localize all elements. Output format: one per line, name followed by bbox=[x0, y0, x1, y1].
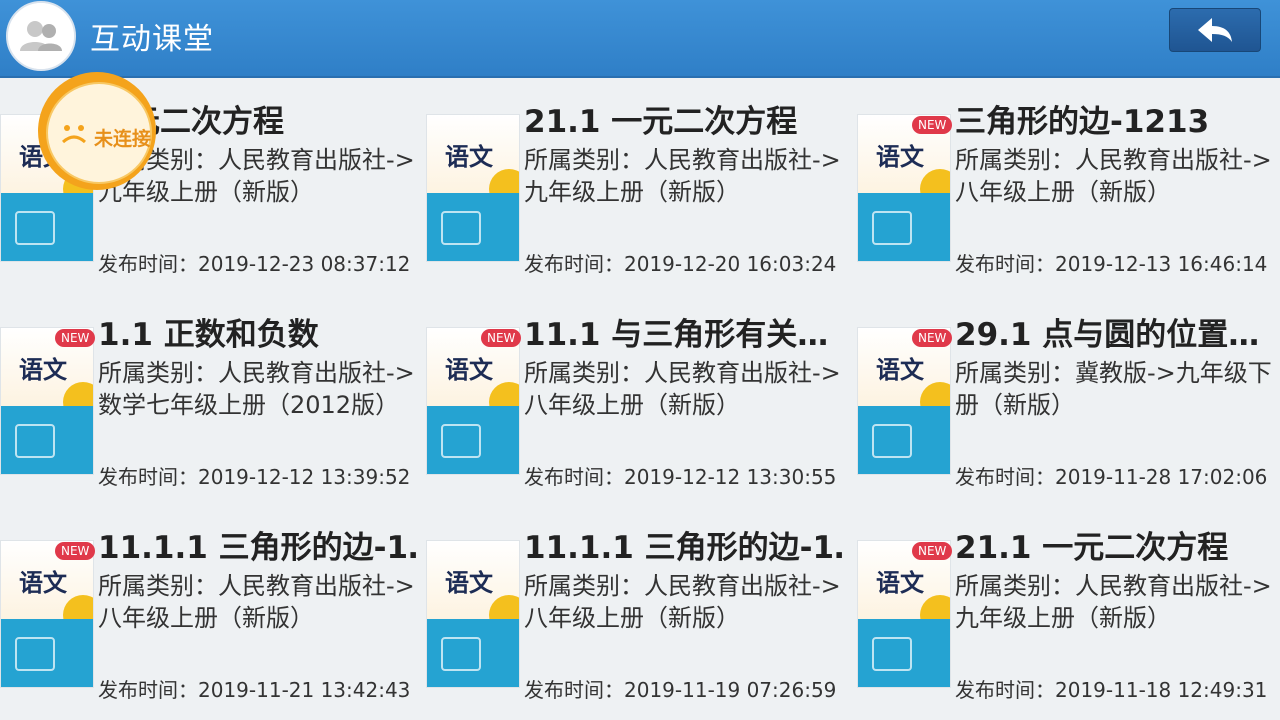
cover-text: 语文 bbox=[445, 356, 493, 384]
card-title[interactable]: 29.1 点与圆的位置… bbox=[955, 309, 1275, 354]
card-category: 所属类别：人民教育出版社->数学七年级上册（2012版） bbox=[98, 359, 415, 419]
book-cover-thumbnail[interactable]: 语文 bbox=[857, 327, 951, 475]
cover-text: 语文 bbox=[19, 356, 67, 384]
book-cover-thumbnail[interactable]: 语文 bbox=[0, 327, 94, 475]
user-group-icon[interactable] bbox=[6, 1, 76, 71]
course-card[interactable]: 语文 NEW 11.1 与三角形有关… 所属类别：人民教育出版社->八年级上册（… bbox=[426, 299, 846, 499]
status-text: 未连接 bbox=[94, 128, 152, 150]
card-category: 所属类别：人民教育出版社->九年级上册（新版） bbox=[524, 146, 841, 206]
new-badge: NEW bbox=[912, 542, 953, 560]
card-title[interactable]: 21.1 一元二次方程 bbox=[955, 522, 1275, 567]
course-card[interactable]: 语文 21.1 一元二次方程 所属类别：人民教育出版社->九年级上册（新版） 发… bbox=[426, 86, 846, 286]
app-header: 互动课堂 bbox=[0, 0, 1280, 78]
new-badge: NEW bbox=[55, 329, 96, 347]
course-card[interactable]: 语文 NEW 29.1 点与圆的位置… 所属类别：冀教版->九年级下册（新版） … bbox=[857, 299, 1277, 499]
connection-status: 未连接 bbox=[38, 72, 162, 190]
card-title[interactable]: 三角形的边-1213 bbox=[955, 96, 1275, 141]
course-card[interactable]: 语文 NEW 三角形的边-1213 所属类别：人民教育出版社->八年级上册（新版… bbox=[857, 86, 1277, 286]
book-cover-thumbnail[interactable]: 语文 bbox=[426, 327, 520, 475]
card-date: 发布时间：2019-11-18 12:49:31 bbox=[955, 678, 1268, 702]
book-cover-thumbnail[interactable]: 语文 bbox=[857, 114, 951, 262]
course-grid: 语文 一元二次方程 所属类别：人民教育出版社->九年级上册（新版） 发布时间：2… bbox=[0, 86, 1280, 720]
card-date: 发布时间：2019-12-12 13:30:55 bbox=[524, 465, 837, 489]
new-badge: NEW bbox=[481, 329, 522, 347]
card-date: 发布时间：2019-12-23 08:37:12 bbox=[98, 252, 411, 276]
cover-text: 语文 bbox=[445, 569, 493, 597]
cover-text: 语文 bbox=[876, 143, 924, 171]
cover-text: 语文 bbox=[19, 569, 67, 597]
card-title[interactable]: 21.1 一元二次方程 bbox=[524, 96, 844, 141]
card-date: 发布时间：2019-12-13 16:46:14 bbox=[955, 252, 1268, 276]
new-badge: NEW bbox=[55, 542, 96, 560]
card-title[interactable]: 11.1 与三角形有关… bbox=[524, 309, 844, 354]
card-date: 发布时间：2019-12-12 13:39:52 bbox=[98, 465, 411, 489]
book-cover-thumbnail[interactable]: 语文 bbox=[857, 540, 951, 688]
new-badge: NEW bbox=[912, 329, 953, 347]
card-category: 所属类别：人民教育出版社->八年级上册（新版） bbox=[955, 146, 1272, 206]
course-card[interactable]: 语文 NEW 1.1 正数和负数 所属类别：人民教育出版社->数学七年级上册（2… bbox=[0, 299, 420, 499]
card-category: 所属类别：人民教育出版社->九年级上册（新版） bbox=[955, 572, 1272, 632]
card-title[interactable]: 1.1 正数和负数 bbox=[98, 309, 418, 354]
course-card[interactable]: 语文 NEW 11.1.1 三角形的边-1… 所属类别：人民教育出版社->八年级… bbox=[0, 512, 420, 712]
course-card[interactable]: 语文 NEW 21.1 一元二次方程 所属类别：人民教育出版社->九年级上册（新… bbox=[857, 512, 1277, 712]
card-category: 所属类别：人民教育出版社->八年级上册（新版） bbox=[524, 359, 841, 419]
back-arrow-icon bbox=[1198, 18, 1232, 42]
cover-text: 语文 bbox=[876, 569, 924, 597]
sad-face-icon bbox=[61, 125, 87, 144]
card-date: 发布时间：2019-11-21 13:42:43 bbox=[98, 678, 411, 702]
course-card[interactable]: 语文 11.1.1 三角形的边-1… 所属类别：人民教育出版社->八年级上册（新… bbox=[426, 512, 846, 712]
card-category: 所属类别：人民教育出版社->八年级上册（新版） bbox=[98, 572, 415, 632]
card-title[interactable]: 11.1.1 三角形的边-1… bbox=[98, 522, 418, 567]
cover-text: 语文 bbox=[876, 356, 924, 384]
book-cover-thumbnail[interactable]: 语文 bbox=[426, 540, 520, 688]
page-title: 互动课堂 bbox=[90, 22, 214, 57]
card-category: 所属类别：冀教版->九年级下册（新版） bbox=[955, 359, 1272, 419]
book-cover-thumbnail[interactable]: 语文 bbox=[426, 114, 520, 262]
card-title[interactable]: 11.1.1 三角形的边-1… bbox=[524, 522, 844, 567]
card-category: 所属类别：人民教育出版社->八年级上册（新版） bbox=[524, 572, 841, 632]
card-date: 发布时间：2019-11-19 07:26:59 bbox=[524, 678, 837, 702]
book-cover-thumbnail[interactable]: 语文 bbox=[0, 540, 94, 688]
new-badge: NEW bbox=[912, 116, 953, 134]
back-button[interactable] bbox=[1169, 8, 1261, 52]
card-date: 发布时间：2019-11-28 17:02:06 bbox=[955, 465, 1268, 489]
cover-text: 语文 bbox=[445, 143, 493, 171]
card-date: 发布时间：2019-12-20 16:03:24 bbox=[524, 252, 837, 276]
